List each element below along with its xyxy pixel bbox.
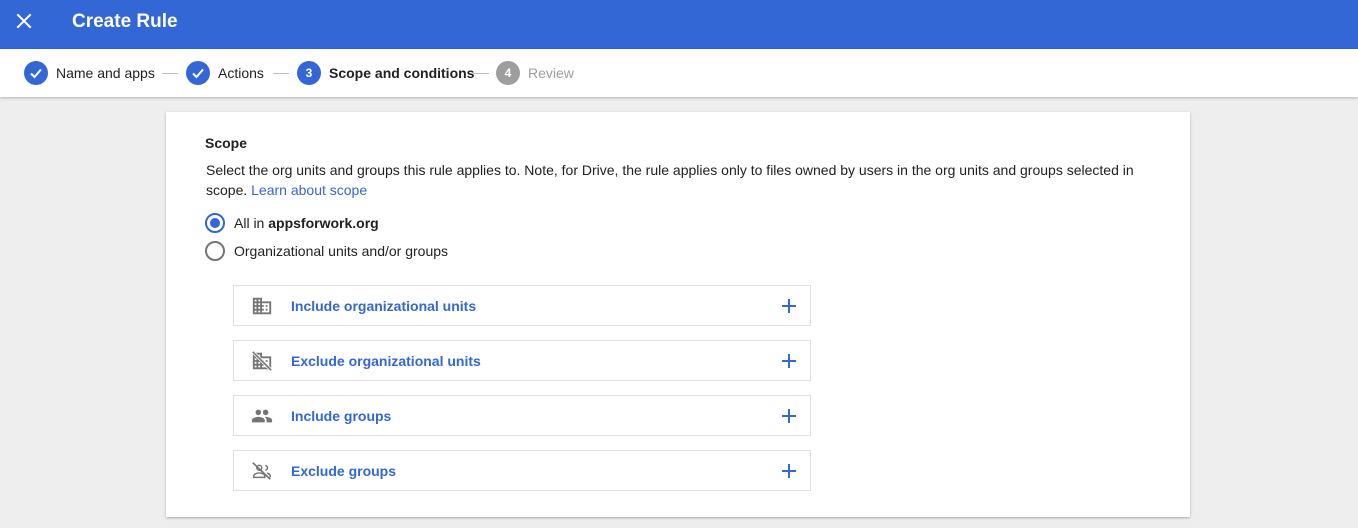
step-label: Actions xyxy=(218,65,264,81)
step-connector xyxy=(162,73,178,74)
close-button[interactable] xyxy=(12,9,36,33)
plus-icon[interactable] xyxy=(781,463,797,479)
plus-icon[interactable] xyxy=(781,353,797,369)
plus-icon[interactable] xyxy=(781,298,797,314)
step-connector xyxy=(473,73,489,74)
row-label: Exclude organizational units xyxy=(291,353,481,369)
scope-description: Select the org units and groups this rul… xyxy=(206,160,1166,200)
group-icon xyxy=(251,409,273,423)
exclude-org-units-row[interactable]: Exclude organizational units xyxy=(233,340,811,381)
step-label: Scope and conditions xyxy=(329,65,475,81)
radio-all-in-domain[interactable]: All in appsforwork.org xyxy=(205,211,379,235)
section-title: Scope xyxy=(205,135,248,151)
radio-checked[interactable] xyxy=(205,213,225,233)
step-number: 3 xyxy=(297,61,321,85)
include-groups-row[interactable]: Include groups xyxy=(233,395,811,436)
learn-about-scope-link[interactable]: Learn about scope xyxy=(251,182,367,198)
page-title: Create Rule xyxy=(72,11,178,32)
step-label: Name and apps xyxy=(56,65,155,81)
check-icon xyxy=(186,61,210,85)
building-off-icon xyxy=(251,350,273,372)
step-number: 4 xyxy=(496,61,520,85)
include-org-units-row[interactable]: Include organizational units xyxy=(233,285,811,326)
group-off-icon xyxy=(252,462,271,480)
scope-card: Scope Select the org units and groups th… xyxy=(166,112,1190,517)
step-connector xyxy=(273,73,289,74)
step-label: Review xyxy=(528,65,574,81)
radio-unchecked[interactable] xyxy=(205,241,225,261)
domain-name: appsforwork.org xyxy=(268,215,379,231)
step-scope-and-conditions[interactable]: 3 Scope and conditions xyxy=(297,49,474,97)
step-name-and-apps[interactable]: Name and apps xyxy=(24,49,155,97)
exclude-groups-row[interactable]: Exclude groups xyxy=(233,450,811,491)
row-label: Exclude groups xyxy=(291,463,397,479)
step-review[interactable]: 4 Review xyxy=(496,49,574,97)
check-icon xyxy=(24,61,48,85)
radio-label: All in appsforwork.org xyxy=(234,215,379,231)
building-icon xyxy=(252,297,272,315)
row-label: Include organizational units xyxy=(291,298,477,314)
stepper: Name and apps Actions 3 Scope and condit… xyxy=(0,49,1358,97)
radio-label: Organizational units and/or groups xyxy=(234,243,449,259)
row-label: Include groups xyxy=(291,408,392,424)
radio-org-units-groups[interactable]: Organizational units and/or groups xyxy=(205,239,448,263)
close-icon xyxy=(16,13,32,29)
plus-icon[interactable] xyxy=(781,408,797,424)
header-bar: Create Rule xyxy=(0,0,1358,49)
step-actions[interactable]: Actions xyxy=(186,49,264,97)
radio-label-prefix: All in xyxy=(234,215,265,231)
